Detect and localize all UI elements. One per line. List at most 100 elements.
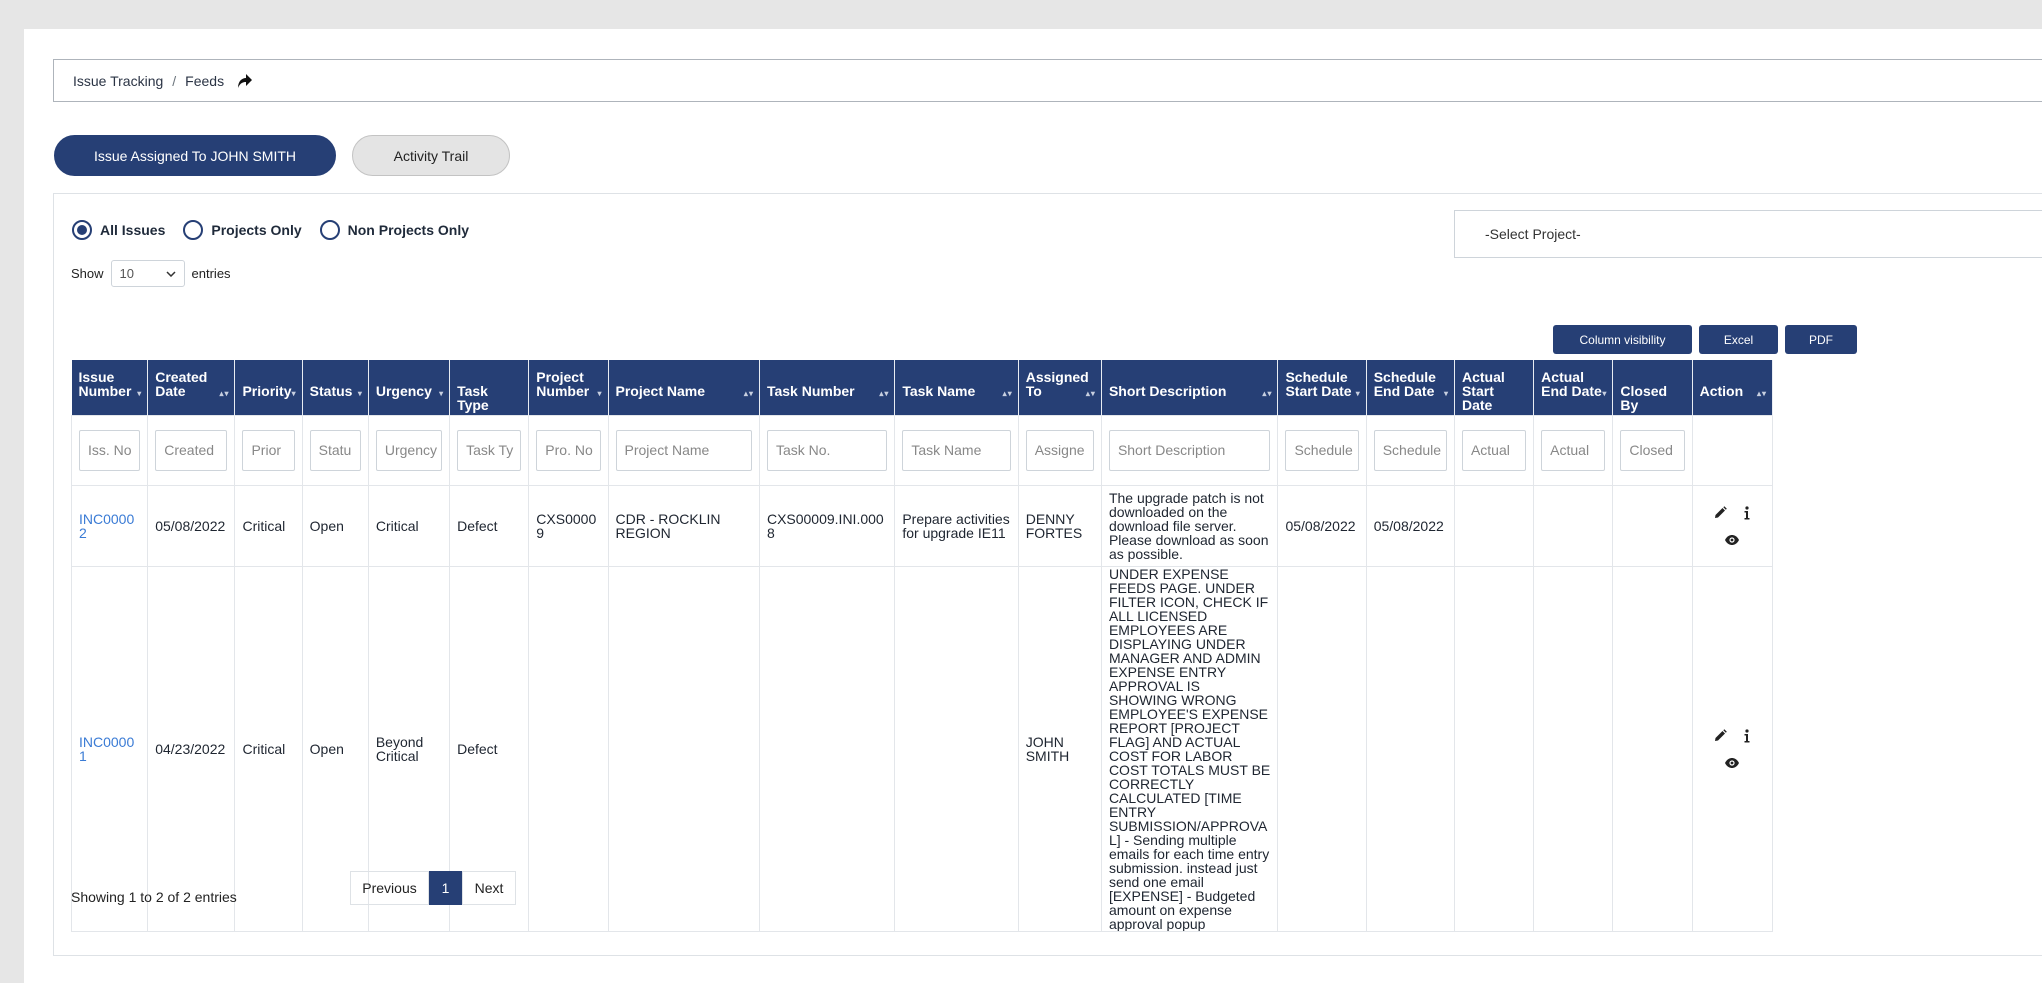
header-action[interactable]: Action ▴▾ xyxy=(1692,360,1774,415)
task-number-cell xyxy=(758,565,896,932)
short-description-cell: UNDER EXPENSE FEEDS PAGE. UNDER FILTER I… xyxy=(1100,565,1279,932)
filter-actual-start-input[interactable]: Actual xyxy=(1461,429,1527,471)
short-description-cell: The upgrade patch is not downloaded on t… xyxy=(1100,484,1279,567)
filter-actual-end-input[interactable]: Actual xyxy=(1541,429,1606,471)
header-urgency[interactable]: Urgency ▾ xyxy=(368,360,451,415)
header-schedule-end-date[interactable]: Schedule End Date ▾ xyxy=(1366,360,1455,415)
filter-task-type-input[interactable]: Task Ty xyxy=(457,429,522,471)
header-actual-start-date[interactable]: Actual Start Date xyxy=(1454,360,1535,415)
issue-filter-radios: All Issues Projects Only Non Projects On… xyxy=(72,220,487,240)
tab-activity-trail[interactable]: Activity Trail xyxy=(352,135,510,176)
filter-project-name-input[interactable]: Project Name xyxy=(615,429,752,471)
pdf-button[interactable]: PDF xyxy=(1785,325,1857,354)
project-number-cell: CXS00009 xyxy=(528,484,609,567)
column-visibility-button[interactable]: Column visibility xyxy=(1553,325,1692,354)
radio-checked-icon[interactable] xyxy=(72,220,92,240)
header-actual-end-date[interactable]: Actual End Date ▾ xyxy=(1533,360,1614,415)
tab-issue-assigned[interactable]: Issue Assigned To JOHN SMITH xyxy=(54,135,336,176)
status-cell: Open xyxy=(301,484,369,567)
header-task-type[interactable]: Task Type xyxy=(449,360,530,415)
export-toolbar: Column visibility Excel PDF xyxy=(1553,325,1857,354)
radio-all-issues[interactable]: All Issues xyxy=(72,220,165,240)
filter-action-empty xyxy=(1691,414,1774,486)
sort-icon: ▴▾ xyxy=(879,389,890,398)
header-short-description[interactable]: Short Description ▴▾ xyxy=(1101,360,1279,415)
actual-end-cell xyxy=(1533,565,1614,932)
show-label: Show xyxy=(71,266,104,281)
project-name-cell: CDR - ROCKLIN REGION xyxy=(607,484,760,567)
filter-urgency-input[interactable]: Urgency xyxy=(375,429,443,471)
sort-icon: ▾ xyxy=(597,389,603,398)
task-name-cell xyxy=(894,565,1019,932)
sort-icon: ▾ xyxy=(357,389,363,398)
sort-icon: ▴▾ xyxy=(1002,389,1013,398)
header-status[interactable]: Status ▾ xyxy=(302,360,369,415)
schedule-end-cell xyxy=(1365,565,1455,932)
tab-bar: Issue Assigned To JOHN SMITH Activity Tr… xyxy=(54,135,510,176)
previous-page-button[interactable]: Previous xyxy=(350,871,429,905)
header-created-date[interactable]: Created Date ▴▾ xyxy=(147,360,236,415)
filter-closed-by-input[interactable]: Closed xyxy=(1620,429,1685,471)
entries-select[interactable]: 10 xyxy=(110,260,185,287)
header-issue-number[interactable]: Issue Number ▾ xyxy=(71,360,149,415)
table-info: Showing 1 to 2 of 2 entries xyxy=(71,889,237,905)
header-task-number[interactable]: Task Number ▴▾ xyxy=(759,360,896,415)
header-project-name[interactable]: Project Name ▴▾ xyxy=(608,360,760,415)
filter-task-number-input[interactable]: Task No. xyxy=(766,429,888,471)
header-priority[interactable]: Priority ▾ xyxy=(234,360,303,415)
assigned-to-cell: DENNY FORTES xyxy=(1017,484,1102,567)
filter-task-name-input[interactable]: Task Name xyxy=(902,429,1011,471)
filter-status-input[interactable]: Statu xyxy=(309,429,361,471)
sort-icon: ▾ xyxy=(291,389,297,398)
filter-short-description-input[interactable]: Short Description xyxy=(1108,429,1271,471)
info-icon[interactable] xyxy=(1743,728,1751,743)
excel-button[interactable]: Excel xyxy=(1699,325,1778,354)
sort-icon: ▾ xyxy=(1355,389,1361,398)
issue-number-link[interactable]: INC00001 xyxy=(79,734,134,764)
radio-unchecked-icon[interactable] xyxy=(183,220,204,240)
closed-by-cell xyxy=(1612,565,1693,932)
radio-projects-only[interactable]: Projects Only xyxy=(183,220,302,240)
filter-priority-input[interactable]: Prior xyxy=(242,429,295,471)
entries-length-control: Show 10 entries xyxy=(71,260,231,287)
issue-number-link[interactable]: INC00002 xyxy=(79,511,134,541)
actual-end-cell xyxy=(1533,484,1614,567)
page-1-button[interactable]: 1 xyxy=(429,871,462,905)
action-cell xyxy=(1691,484,1774,567)
header-schedule-start-date[interactable]: Schedule Start Date ▾ xyxy=(1277,360,1367,415)
edit-pencil-icon[interactable] xyxy=(1713,728,1728,743)
header-closed-by[interactable]: Closed By xyxy=(1612,360,1693,415)
view-eye-icon[interactable] xyxy=(1724,757,1740,769)
radio-non-projects-only[interactable]: Non Projects Only xyxy=(319,220,469,240)
priority-cell: Critical xyxy=(234,484,303,567)
radio-label: Projects Only xyxy=(211,222,302,238)
entries-label: entries xyxy=(191,266,231,281)
pagination: Previous 1 Next xyxy=(350,871,516,905)
radio-unchecked-icon[interactable] xyxy=(319,220,340,240)
assigned-to-cell: JOHN SMITH xyxy=(1017,565,1102,932)
edit-pencil-icon[interactable] xyxy=(1713,505,1728,520)
view-eye-icon[interactable] xyxy=(1724,534,1740,546)
closed-by-cell xyxy=(1612,484,1693,567)
created-date-cell: 05/08/2022 xyxy=(147,484,236,567)
action-cell xyxy=(1691,565,1774,932)
info-icon[interactable] xyxy=(1743,505,1751,520)
header-assigned-to[interactable]: Assigned To ▴▾ xyxy=(1018,360,1102,415)
project-name-cell xyxy=(607,565,760,932)
project-select[interactable]: -Select Project- xyxy=(1454,210,2042,258)
filter-schedule-end-input[interactable]: Schedule xyxy=(1373,429,1447,471)
sort-icon: ▴▾ xyxy=(1756,389,1767,398)
schedule-start-cell xyxy=(1277,565,1367,932)
filter-project-number-input[interactable]: Pro. No xyxy=(536,429,601,471)
filter-schedule-start-input[interactable]: Schedule xyxy=(1285,429,1359,471)
share-arrow-icon[interactable] xyxy=(235,72,253,90)
breadcrumb-separator: / xyxy=(172,72,177,89)
next-page-button[interactable]: Next xyxy=(462,871,516,905)
filter-assigned-to-input[interactable]: Assigne xyxy=(1025,429,1094,471)
filter-issue-number-input[interactable]: Iss. No xyxy=(79,429,141,471)
sort-icon: ▾ xyxy=(1443,389,1449,398)
breadcrumb-root[interactable]: Issue Tracking xyxy=(73,73,163,89)
filter-created-date-input[interactable]: Created xyxy=(155,429,228,471)
header-project-number[interactable]: Project Number ▾ xyxy=(528,360,609,415)
header-task-name[interactable]: Task Name ▴▾ xyxy=(894,360,1019,415)
